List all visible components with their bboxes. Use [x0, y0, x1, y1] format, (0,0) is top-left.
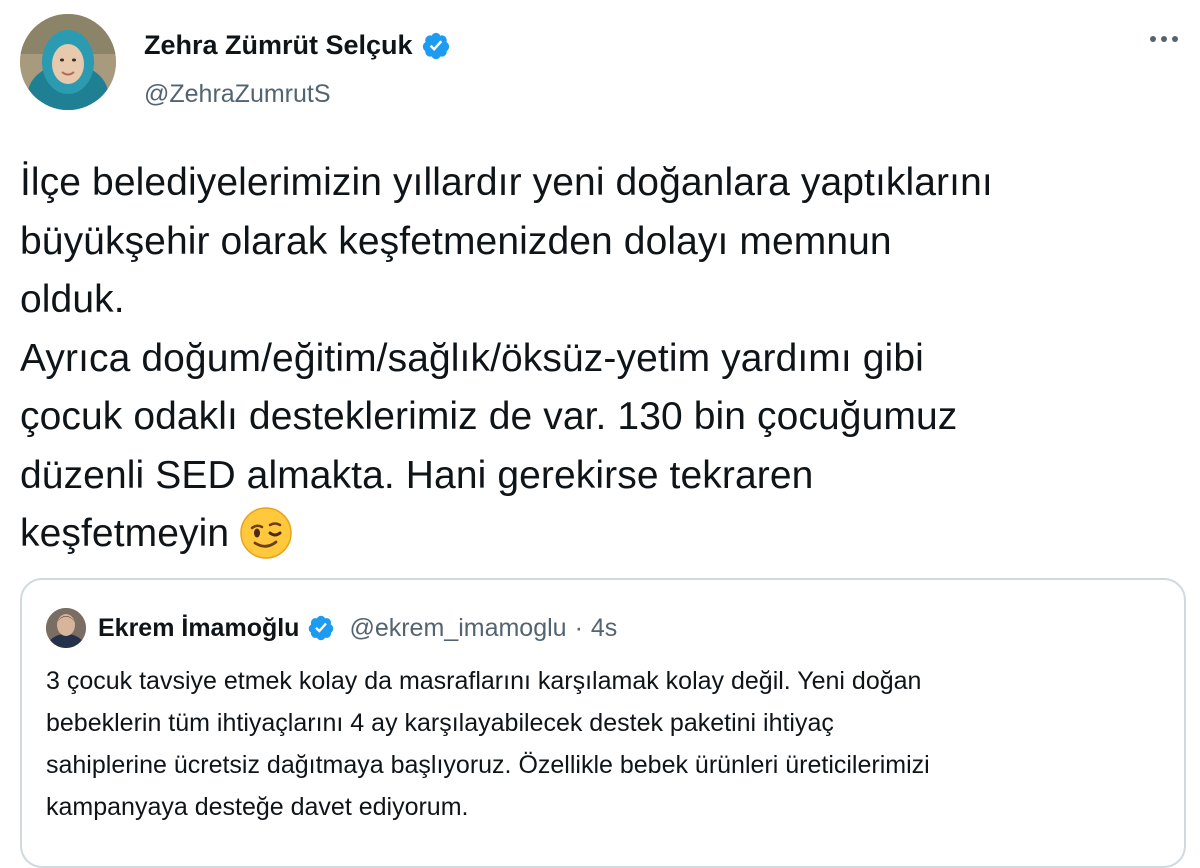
- author-name[interactable]: Zehra Zümrüt Selçuk: [144, 30, 413, 61]
- quoted-avatar[interactable]: [46, 608, 86, 648]
- tweet-text-last-line: keşfetmeyin: [20, 505, 1190, 564]
- quoted-text-line: kampanyaya desteğe davet ediyorum.: [46, 793, 469, 821]
- tweet-card: Zehra Zümrüt Selçuk @ZehraZumrutS İlçe b…: [0, 0, 1200, 868]
- tweet-text-line: İlçe belediyelerimizin yıllardır yeni do…: [20, 161, 993, 204]
- verified-badge-icon: [307, 614, 335, 642]
- quoted-timestamp[interactable]: 4s: [591, 614, 617, 643]
- quoted-text-line: 3 çocuk tavsiye etmek kolay da masraflar…: [46, 667, 922, 695]
- tweet-text: İlçe belediyelerimizin yıllardır yeni do…: [20, 154, 1190, 564]
- more-horizontal-icon[interactable]: [1150, 36, 1178, 42]
- quoted-author-name[interactable]: Ekrem İmamoğlu: [98, 614, 299, 643]
- tweet-text-line: büyükşehir olarak keşfetmenizden dolayı …: [20, 219, 892, 263]
- quoted-text-line: sahiplerine ücretsiz dağıtmaya başlıyoru…: [46, 751, 930, 779]
- tweet-text-line: düzenli SED almakta. Hani gerekirse tekr…: [20, 453, 814, 497]
- tweet-text-line: Ayrıca doğum/eğitim/sağlık/öksüz-yetim y…: [20, 336, 924, 380]
- author-handle[interactable]: @ZehraZumrutS: [144, 80, 331, 109]
- verified-badge-icon: [421, 31, 451, 61]
- winking-face-emoji-icon: [239, 506, 293, 560]
- quoted-author-handle[interactable]: @ekrem_imamoglu: [349, 614, 566, 643]
- tweet-header: Zehra Zümrüt Selçuk @ZehraZumrutS: [20, 14, 1180, 114]
- tweet-text-line: keşfetmeyin: [20, 512, 230, 555]
- name-row: Zehra Zümrüt Selçuk: [144, 30, 451, 61]
- quoted-text-line: bebeklerin tüm ihtiyaçlarını 4 ay karşıl…: [46, 709, 834, 737]
- quoted-tweet-header: Ekrem İmamoğlu @ekrem_imamoglu · 4s: [46, 608, 617, 648]
- quoted-tweet[interactable]: Ekrem İmamoğlu @ekrem_imamoglu · 4s 3 ço…: [20, 578, 1186, 868]
- tweet-text-line: çocuk odaklı desteklerimiz de var. 130 b…: [20, 395, 958, 438]
- quoted-tweet-text: 3 çocuk tavsiye etmek kolay da masraflar…: [46, 660, 1156, 828]
- tweet-text-line: olduk.: [20, 278, 125, 321]
- separator-dot: ·: [574, 613, 583, 642]
- avatar[interactable]: [20, 14, 116, 110]
